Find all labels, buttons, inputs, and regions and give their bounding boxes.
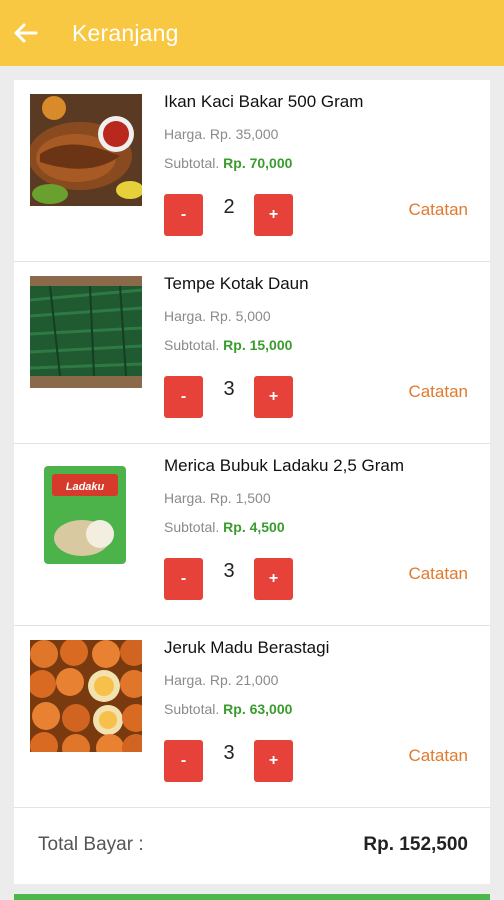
note-link[interactable]: Catatan xyxy=(408,564,468,584)
note-link[interactable]: Catatan xyxy=(408,746,468,766)
total-label: Total Bayar : xyxy=(38,834,144,855)
increase-quantity-button[interactable]: + xyxy=(254,376,293,418)
product-name: Tempe Kotak Daun xyxy=(164,274,309,293)
quantity-value: 3 xyxy=(223,560,235,582)
subtotal-value: Rp. 70,000 xyxy=(223,155,293,171)
arrow-left-icon xyxy=(14,23,38,43)
app-bar: Keranjang xyxy=(0,0,504,66)
cart-item: Tempe Kotak Daun Harga. Rp. 5,000 Subtot… xyxy=(14,262,490,444)
decrease-quantity-button[interactable]: - xyxy=(164,740,203,782)
product-price: Harga. Rp. 21,000 xyxy=(164,672,279,688)
quantity-value: 2 xyxy=(223,196,235,218)
note-link[interactable]: Catatan xyxy=(408,382,468,402)
product-subtotal: Subtotal. Rp. 15,000 xyxy=(164,337,292,353)
subtotal-value: Rp. 4,500 xyxy=(223,519,285,535)
total-value: Rp. 152,500 xyxy=(363,834,468,855)
quantity-value: 3 xyxy=(223,742,235,764)
note-link[interactable]: Catatan xyxy=(408,200,468,220)
back-button[interactable] xyxy=(12,22,38,44)
decrease-quantity-button[interactable]: - xyxy=(164,376,203,418)
subtotal-label: Subtotal. xyxy=(164,337,220,353)
subtotal-label: Subtotal. xyxy=(164,701,220,717)
subtotal-value: Rp. 63,000 xyxy=(223,701,293,717)
page-title: Keranjang xyxy=(72,19,179,46)
product-subtotal: Subtotal. Rp. 63,000 xyxy=(164,701,292,717)
product-subtotal: Subtotal. Rp. 70,000 xyxy=(164,155,292,171)
cart-item: Jeruk Madu Berastagi Harga. Rp. 21,000 S… xyxy=(14,626,490,808)
svg-text:Ladaku: Ladaku xyxy=(66,481,105,493)
increase-quantity-button[interactable]: + xyxy=(254,740,293,782)
subtotal-label: Subtotal. xyxy=(164,155,220,171)
total-bar: Total Bayar : Rp. 152,500 xyxy=(14,808,490,884)
decrease-quantity-button[interactable]: - xyxy=(164,194,203,236)
subtotal-value: Rp. 15,000 xyxy=(223,337,293,353)
quantity-value: 3 xyxy=(223,378,235,400)
cart-item: Ladaku Merica Bubuk Ladaku 2,5 Gram Harg… xyxy=(14,444,490,626)
checkout-button-edge[interactable] xyxy=(14,894,490,900)
product-subtotal: Subtotal. Rp. 4,500 xyxy=(164,519,285,535)
product-image-pepper-package: Ladaku xyxy=(30,458,142,570)
product-image-oranges xyxy=(30,640,142,752)
product-image-grilled-fish xyxy=(30,94,142,206)
product-price: Harga. Rp. 5,000 xyxy=(164,308,271,324)
product-name: Jeruk Madu Berastagi xyxy=(164,638,330,657)
increase-quantity-button[interactable]: + xyxy=(254,194,293,236)
subtotal-label: Subtotal. xyxy=(164,519,220,535)
product-price: Harga. Rp. 1,500 xyxy=(164,490,271,506)
increase-quantity-button[interactable]: + xyxy=(254,558,293,600)
product-name: Ikan Kaci Bakar 500 Gram xyxy=(164,92,364,111)
product-price: Harga. Rp. 35,000 xyxy=(164,126,279,142)
decrease-quantity-button[interactable]: - xyxy=(164,558,203,600)
cart-item: Ikan Kaci Bakar 500 Gram Harga. Rp. 35,0… xyxy=(14,80,490,262)
product-image-tempe xyxy=(30,276,142,388)
product-name: Merica Bubuk Ladaku 2,5 Gram xyxy=(164,456,405,475)
